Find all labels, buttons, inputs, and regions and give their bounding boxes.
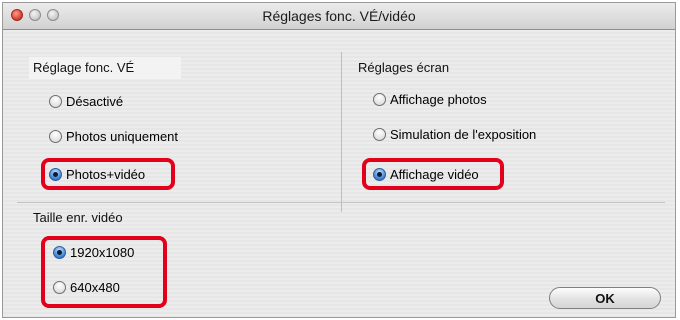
radio-photos-uniquement[interactable]: Photos uniquement bbox=[49, 129, 178, 144]
radio-label: Affichage photos bbox=[390, 92, 487, 107]
dialog-content: Réglage fonc. VÉ Désactivé Photos unique… bbox=[3, 30, 675, 317]
radio-label: Simulation de l'exposition bbox=[390, 127, 537, 142]
left-group-label: Réglage fonc. VÉ bbox=[33, 60, 135, 75]
horizontal-divider bbox=[17, 202, 665, 203]
radio-simulation-exposition[interactable]: Simulation de l'exposition bbox=[373, 127, 536, 142]
window-title: Réglages fonc. VÉ/vidéo bbox=[262, 8, 416, 24]
radio-desactive[interactable]: Désactivé bbox=[49, 94, 123, 109]
highlight-affichage-video bbox=[362, 158, 504, 190]
radio-unselected-icon[interactable] bbox=[49, 95, 62, 108]
radio-label: Photos uniquement bbox=[66, 129, 179, 144]
video-size-label: Taille enr. vidéo bbox=[33, 210, 123, 225]
radio-affichage-photos[interactable]: Affichage photos bbox=[373, 92, 487, 107]
radio-label: Désactivé bbox=[66, 94, 124, 109]
dialog-window: Réglages fonc. VÉ/vidéo Réglage fonc. VÉ… bbox=[2, 2, 676, 318]
right-group-label: Réglages écran bbox=[358, 60, 450, 75]
vertical-divider bbox=[341, 52, 342, 212]
radio-unselected-icon[interactable] bbox=[373, 128, 386, 141]
highlight-video-size bbox=[41, 236, 167, 308]
highlight-photos-video bbox=[41, 158, 175, 190]
radio-unselected-icon[interactable] bbox=[373, 93, 386, 106]
title-bar: Réglages fonc. VÉ/vidéo bbox=[3, 3, 675, 30]
ok-button[interactable]: OK bbox=[549, 287, 661, 309]
radio-unselected-icon[interactable] bbox=[49, 130, 62, 143]
